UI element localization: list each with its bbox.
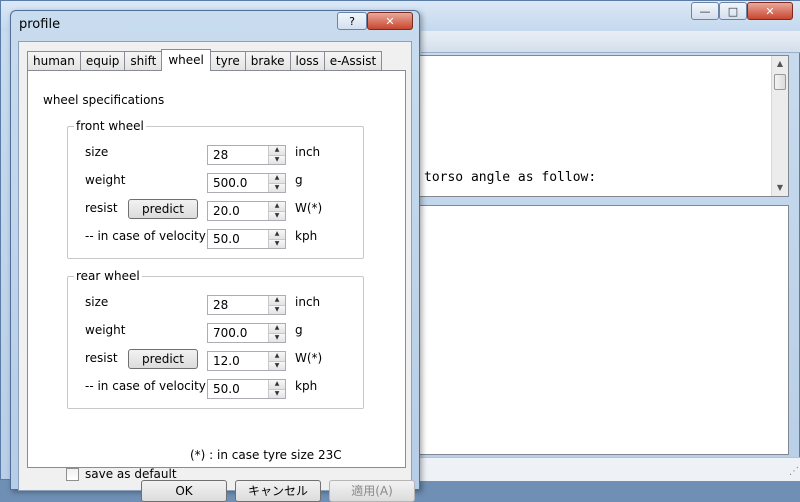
- profile-dialog: profile ? ✕ human equip shift wheel tyre…: [10, 10, 420, 502]
- front-size-unit: inch: [295, 145, 321, 159]
- front-wheel-group: front wheel size 28 ▲ ▼ inch weight 500.0…: [67, 119, 364, 259]
- spin-up-icon[interactable]: ▲: [269, 202, 285, 212]
- spin-down-icon[interactable]: ▼: [269, 333, 285, 342]
- tab-shift[interactable]: shift: [124, 51, 163, 71]
- rear-velocity-spinner[interactable]: 50.0 ▲ ▼: [207, 379, 286, 399]
- rear-velocity-label: -- in case of velocity: [85, 379, 206, 393]
- rear-velocity-input[interactable]: 50.0: [208, 380, 268, 398]
- help-button[interactable]: ?: [337, 12, 367, 30]
- output-text-area[interactable]: torso angle as follow: ▲ ▼: [419, 55, 789, 197]
- main-toolbar: [421, 31, 800, 53]
- rear-resist-label: resist: [85, 351, 118, 365]
- spin-up-icon[interactable]: ▲: [269, 174, 285, 184]
- front-velocity-input[interactable]: 50.0: [208, 230, 268, 248]
- rear-resist-unit: W(*): [295, 351, 323, 365]
- spin-down-icon[interactable]: ▼: [269, 155, 285, 164]
- spin-down-icon[interactable]: ▼: [269, 389, 285, 398]
- tab-wheel[interactable]: wheel: [161, 49, 211, 71]
- spin-up-icon[interactable]: ▲: [269, 380, 285, 390]
- spin-down-icon[interactable]: ▼: [269, 239, 285, 248]
- minimize-button[interactable]: —: [691, 2, 719, 20]
- save-default-label: save as default: [85, 467, 177, 481]
- spin-up-icon[interactable]: ▲: [269, 230, 285, 240]
- rear-velocity-unit: kph: [295, 379, 318, 393]
- front-weight-label: weight: [85, 173, 126, 187]
- rear-wheel-group: rear wheel size 28 ▲ ▼ inch weight 700.0 …: [67, 269, 364, 409]
- spin-up-icon[interactable]: ▲: [269, 324, 285, 334]
- tab-human[interactable]: human: [27, 51, 81, 71]
- front-resist-input[interactable]: 20.0: [208, 202, 268, 220]
- spin-down-icon[interactable]: ▼: [269, 305, 285, 314]
- tab-equip[interactable]: equip: [79, 51, 126, 71]
- ok-button[interactable]: OK: [141, 480, 227, 502]
- front-weight-spinner[interactable]: 500.0 ▲ ▼: [207, 173, 286, 193]
- front-resist-spinner[interactable]: 20.0 ▲ ▼: [207, 201, 286, 221]
- maximize-button[interactable]: □: [719, 2, 747, 20]
- front-predict-button[interactable]: predict: [128, 199, 198, 219]
- status-bar: ⋰: [419, 457, 800, 481]
- tab-brake[interactable]: brake: [244, 51, 291, 71]
- save-default-checkbox[interactable]: [66, 467, 79, 481]
- front-resist-unit: W(*): [295, 201, 323, 215]
- spin-down-icon[interactable]: ▼: [269, 183, 285, 192]
- front-velocity-label: -- in case of velocity: [85, 229, 206, 243]
- front-wheel-title: front wheel: [74, 119, 146, 133]
- wheel-panel: wheel specifications front wheel size 28…: [27, 70, 406, 481]
- rear-weight-label: weight: [85, 323, 126, 337]
- rear-weight-spinner[interactable]: 700.0 ▲ ▼: [207, 323, 286, 343]
- rear-weight-input[interactable]: 700.0: [208, 324, 268, 342]
- front-size-label: size: [85, 145, 109, 159]
- rear-size-label: size: [85, 295, 109, 309]
- front-size-input[interactable]: 28: [208, 146, 268, 164]
- spin-up-icon[interactable]: ▲: [269, 296, 285, 306]
- scroll-up-icon[interactable]: ▲: [772, 56, 788, 72]
- save-default-row[interactable]: save as default: [66, 467, 177, 481]
- front-weight-input[interactable]: 500.0: [208, 174, 268, 192]
- front-resist-label: resist: [85, 201, 118, 215]
- tab-tyre[interactable]: tyre: [209, 51, 246, 71]
- front-size-spinner[interactable]: 28 ▲ ▼: [207, 145, 286, 165]
- dialog-close-button[interactable]: ✕: [367, 12, 413, 30]
- rear-size-spinner[interactable]: 28 ▲ ▼: [207, 295, 286, 315]
- spin-down-icon[interactable]: ▼: [269, 211, 285, 220]
- rear-weight-unit: g: [295, 323, 303, 337]
- rear-size-input[interactable]: 28: [208, 296, 268, 314]
- tab-loss[interactable]: loss: [289, 51, 325, 71]
- rear-wheel-title: rear wheel: [74, 269, 142, 283]
- rear-resist-input[interactable]: 12.0: [208, 352, 268, 370]
- spin-up-icon[interactable]: ▲: [269, 352, 285, 362]
- rear-size-unit: inch: [295, 295, 321, 309]
- dialog-title: profile: [19, 17, 61, 32]
- cancel-button[interactable]: キャンセル: [235, 480, 321, 502]
- spin-down-icon[interactable]: ▼: [269, 361, 285, 370]
- rear-resist-spinner[interactable]: 12.0 ▲ ▼: [207, 351, 286, 371]
- front-weight-unit: g: [295, 173, 303, 187]
- main-close-button[interactable]: ✕: [747, 2, 793, 20]
- dialog-client: human equip shift wheel tyre brake loss …: [18, 41, 415, 502]
- resize-grip-icon[interactable]: ⋰: [789, 466, 799, 477]
- tyre-size-note: (*) : in case tyre size 23C: [190, 448, 342, 462]
- spin-up-icon[interactable]: ▲: [269, 146, 285, 156]
- output-scrollbar[interactable]: ▲ ▼: [771, 56, 788, 196]
- scroll-down-icon[interactable]: ▼: [772, 180, 788, 196]
- scroll-thumb[interactable]: [774, 74, 786, 90]
- apply-button[interactable]: 適用(A): [329, 480, 415, 502]
- output-text-line: torso angle as follow:: [424, 170, 597, 185]
- panel-title: wheel specifications: [43, 93, 165, 107]
- tab-strip: human equip shift wheel tyre brake loss …: [27, 49, 383, 71]
- rear-predict-button[interactable]: predict: [128, 349, 198, 369]
- front-velocity-unit: kph: [295, 229, 318, 243]
- tab-e-assist[interactable]: e-Assist: [323, 51, 383, 71]
- lower-text-area[interactable]: [419, 205, 789, 455]
- front-velocity-spinner[interactable]: 50.0 ▲ ▼: [207, 229, 286, 249]
